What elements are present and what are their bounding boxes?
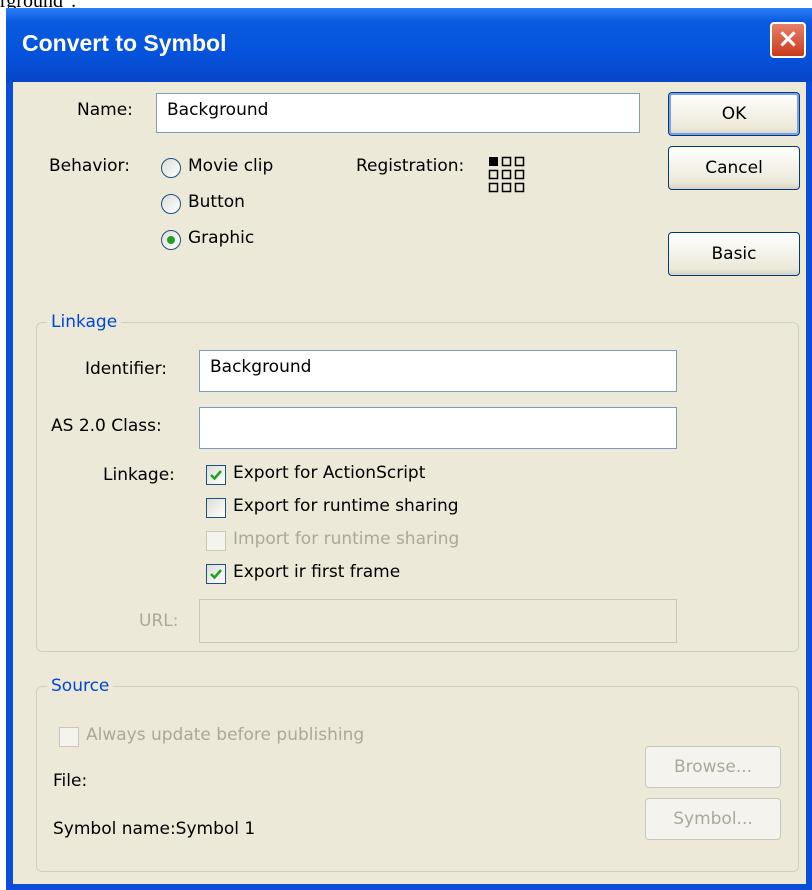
behavior-label: Behavior:: [49, 156, 130, 176]
identifier-label: Identifier:: [85, 359, 168, 379]
name-input[interactable]: Background: [156, 93, 640, 133]
title-bar[interactable]: Convert to Symbol ×: [6, 8, 812, 82]
export-actionscript-checkbox[interactable]: [206, 465, 226, 485]
convert-to-symbol-dialog: Convert to Symbol × Name: Background OK …: [6, 8, 812, 890]
registration-grid-icon[interactable]: [488, 156, 528, 196]
source-group-label: Source: [47, 676, 114, 696]
radio-button[interactable]: [161, 194, 181, 214]
file-label: File:: [53, 771, 88, 791]
linkage-label: Linkage:: [103, 465, 175, 485]
registration-label: Registration:: [356, 156, 465, 176]
ok-button[interactable]: OK: [668, 92, 800, 136]
radio-selected-dot: [167, 236, 175, 244]
dialog-title: Convert to Symbol: [22, 30, 227, 56]
export-runtime-sharing-checkbox[interactable]: [206, 498, 226, 518]
export-first-frame-label[interactable]: Export ir first frame: [233, 562, 400, 582]
export-actionscript-label[interactable]: Export for ActionScript: [233, 463, 425, 483]
linkage-group-label: Linkage: [47, 312, 122, 332]
radio-graphic[interactable]: [161, 230, 181, 250]
export-first-frame-checkbox[interactable]: [206, 564, 226, 584]
identifier-input[interactable]: Background: [199, 350, 677, 392]
as2-class-label: AS 2.0 Class:: [51, 416, 162, 436]
export-runtime-sharing-label[interactable]: Export for runtime sharing: [233, 496, 459, 516]
cancel-button[interactable]: Cancel: [668, 146, 800, 190]
close-icon[interactable]: ×: [770, 22, 806, 58]
import-runtime-sharing-checkbox: [206, 531, 226, 551]
basic-button[interactable]: Basic: [668, 232, 800, 276]
radio-button-label[interactable]: Button: [188, 192, 245, 212]
name-label: Name:: [77, 100, 133, 120]
radio-movie-clip-label[interactable]: Movie clip: [188, 156, 273, 176]
checkmark-icon: [210, 470, 222, 481]
browse-button: Browse...: [645, 746, 781, 788]
always-update-label: Always update before publishing: [86, 725, 365, 745]
always-update-checkbox: [59, 727, 79, 747]
import-runtime-sharing-label: Import for runtime sharing: [233, 529, 460, 549]
url-input: [199, 599, 677, 643]
radio-movie-clip[interactable]: [161, 158, 181, 178]
as2-class-input[interactable]: [199, 407, 677, 449]
symbol-name-label: Symbol name:Symbol 1: [53, 819, 256, 839]
dialog-body: Name: Background OK Cancel Basic Behavio…: [13, 82, 806, 884]
radio-graphic-label[interactable]: Graphic: [188, 228, 254, 248]
symbol-button: Symbol...: [645, 798, 781, 840]
checkmark-icon: [210, 569, 222, 580]
url-label: URL:: [139, 611, 179, 631]
